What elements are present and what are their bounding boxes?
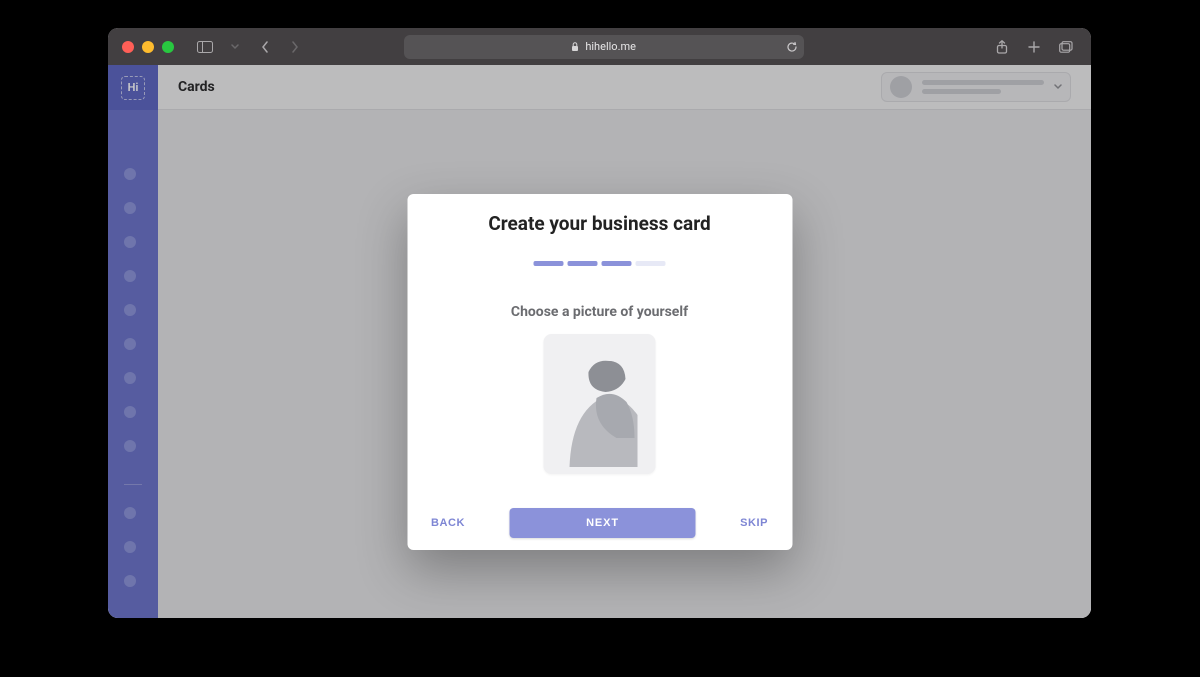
share-button[interactable] [991, 36, 1013, 58]
reload-icon[interactable] [786, 41, 798, 53]
progress-step [636, 261, 666, 266]
page-title: Cards [178, 79, 215, 95]
sidebar-item[interactable] [124, 372, 136, 384]
window-minimize-button[interactable] [142, 41, 154, 53]
chevron-down-icon [1054, 84, 1062, 90]
modal-title: Create your business card [488, 212, 710, 235]
tab-overview-button[interactable] [1055, 36, 1077, 58]
sidebar-item[interactable] [124, 541, 136, 553]
sidebar-divider [124, 484, 142, 485]
sidebar-item[interactable] [124, 202, 136, 214]
sidebar-nav [124, 168, 142, 587]
sidebar-item[interactable] [124, 440, 136, 452]
account-name-placeholder [922, 80, 1044, 94]
browser-titlebar: hihello.me [108, 28, 1091, 65]
sidebar-item[interactable] [124, 236, 136, 248]
lock-icon [571, 42, 579, 52]
picture-upload-placeholder[interactable] [544, 334, 656, 474]
progress-step [568, 261, 598, 266]
sidebar-item[interactable] [124, 507, 136, 519]
sidebar: Hi [108, 65, 158, 618]
skip-button[interactable]: SKIP [732, 511, 776, 535]
sidebar-item[interactable] [124, 270, 136, 282]
address-bar[interactable]: hihello.me [404, 35, 804, 59]
window-controls [122, 41, 174, 53]
nav-forward-button[interactable] [284, 36, 306, 58]
progress-step [602, 261, 632, 266]
app-logo[interactable]: Hi [108, 65, 158, 110]
onboarding-modal: Create your business card Choose a pictu… [407, 194, 792, 550]
next-button[interactable]: NEXT [510, 508, 696, 538]
tab-dropdown-icon[interactable] [224, 36, 246, 58]
sidebar-item[interactable] [124, 575, 136, 587]
sidebar-toggle-button[interactable] [194, 36, 216, 58]
new-tab-button[interactable] [1023, 36, 1045, 58]
sidebar-item[interactable] [124, 168, 136, 180]
sidebar-item[interactable] [124, 304, 136, 316]
browser-window: hihello.me Hi [108, 28, 1091, 618]
avatar [890, 76, 912, 98]
window-zoom-button[interactable] [162, 41, 174, 53]
progress-step [534, 261, 564, 266]
topbar: Cards [158, 65, 1091, 110]
progress-indicator [534, 261, 666, 266]
account-menu[interactable] [881, 72, 1071, 102]
nav-back-button[interactable] [254, 36, 276, 58]
address-bar-host: hihello.me [585, 40, 636, 53]
window-close-button[interactable] [122, 41, 134, 53]
back-button[interactable]: BACK [423, 511, 473, 535]
sidebar-item[interactable] [124, 406, 136, 418]
modal-actions: BACK NEXT SKIP [419, 508, 780, 538]
sidebar-item[interactable] [124, 338, 136, 350]
modal-subtitle: Choose a picture of yourself [511, 304, 688, 320]
person-silhouette-icon [550, 341, 650, 467]
app-logo-text: Hi [128, 81, 139, 94]
